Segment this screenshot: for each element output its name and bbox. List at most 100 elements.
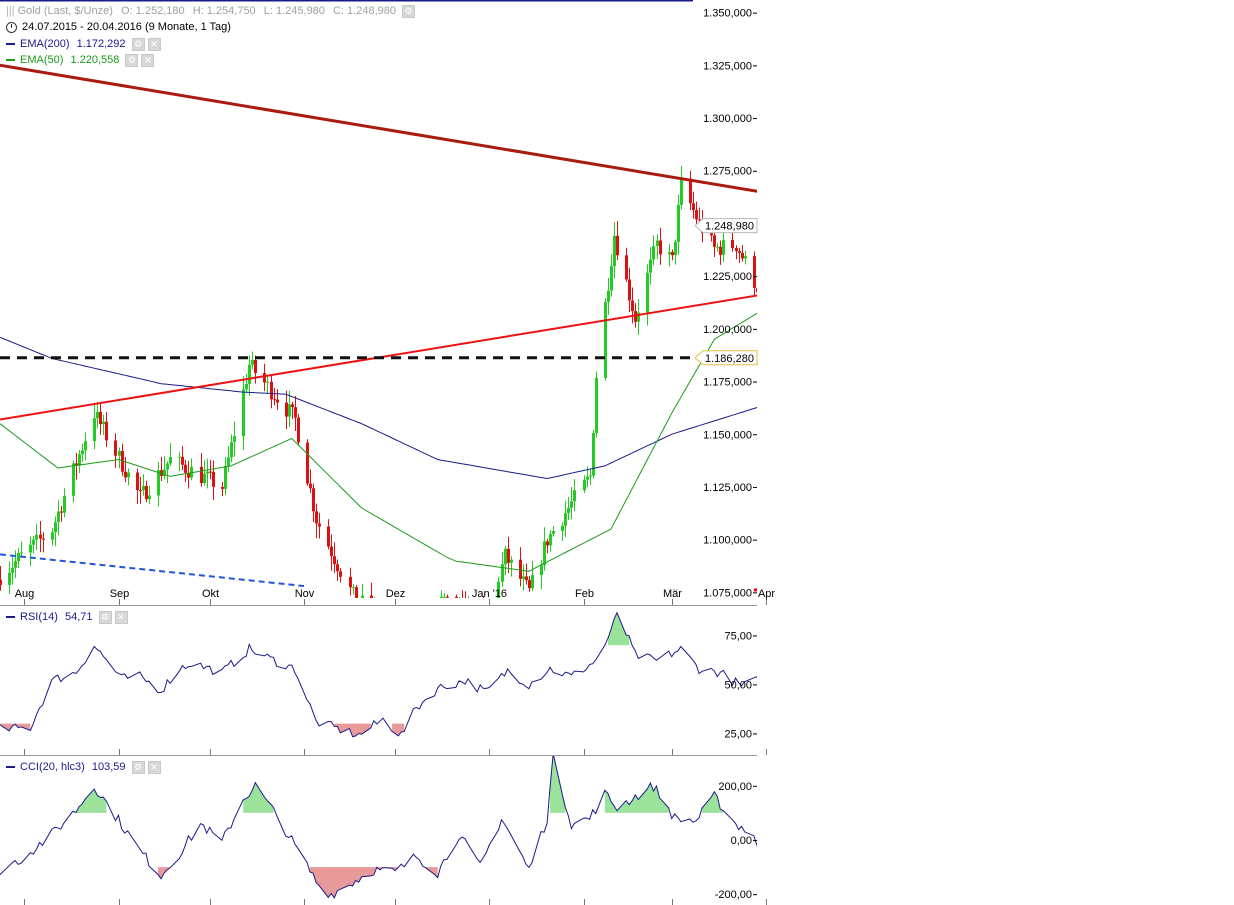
candle xyxy=(245,373,248,394)
candle xyxy=(157,461,160,507)
candle xyxy=(613,222,616,279)
candle xyxy=(54,516,57,547)
candle xyxy=(318,512,321,539)
candle-body xyxy=(467,606,470,618)
settings-icon[interactable]: ⚙ xyxy=(98,610,112,624)
settings-icon[interactable]: ⚙ xyxy=(131,760,145,774)
candle xyxy=(589,468,592,485)
candle xyxy=(774,243,777,273)
candle xyxy=(756,287,757,293)
ema50-value: 1.220,558 xyxy=(70,54,120,66)
candle-body xyxy=(181,456,184,465)
candle xyxy=(607,277,610,316)
candle-body xyxy=(756,287,757,293)
candle xyxy=(440,590,443,598)
candle xyxy=(84,432,87,461)
candle-body xyxy=(689,178,692,204)
settings-icon[interactable]: ⚙ xyxy=(131,37,145,51)
candle xyxy=(807,227,810,270)
candle xyxy=(443,593,446,598)
candle-body xyxy=(798,204,801,215)
candle-body xyxy=(455,596,458,598)
candle xyxy=(370,582,373,598)
candle-body xyxy=(266,381,269,383)
candle xyxy=(60,505,63,522)
settings-icon[interactable]: ⚙ xyxy=(402,4,416,18)
candle-body xyxy=(124,471,127,478)
candle-body xyxy=(561,525,564,531)
candle xyxy=(29,536,32,567)
candle xyxy=(446,594,449,598)
candle-body xyxy=(178,456,181,458)
candle-body xyxy=(713,235,716,247)
candle-body xyxy=(184,464,187,473)
candle xyxy=(233,421,236,457)
candle xyxy=(72,460,75,503)
cci-label: CCI(20, hlc3) xyxy=(20,761,85,773)
candle-body xyxy=(610,266,613,291)
cci-swatch xyxy=(6,766,15,769)
candle-body xyxy=(382,617,385,618)
close-icon[interactable]: ✕ xyxy=(147,37,161,51)
ema50-legend: EMA(50) 1.220,558 ⚙ ✕ xyxy=(6,53,155,67)
candle-body xyxy=(327,526,330,547)
candle-body xyxy=(482,607,485,611)
candle-body xyxy=(744,256,747,259)
candle-body xyxy=(421,617,424,618)
candle-body xyxy=(242,389,245,437)
rsi-oversold-fill xyxy=(334,723,371,737)
price-tick-label: 1.125,000 xyxy=(703,482,752,494)
candle xyxy=(592,430,595,479)
candle xyxy=(145,480,148,503)
candle xyxy=(251,351,254,370)
chart-canvas[interactable]: Aug Sep Okt Nov Dez Jan '16 Feb Mär Apr 1.075,000… xyxy=(0,0,1234,905)
high-value: H: 1.254,750 xyxy=(192,5,256,17)
candle-body xyxy=(17,553,20,562)
month-label: Aug xyxy=(15,588,35,600)
candle-body xyxy=(783,244,786,256)
month-label: Feb xyxy=(575,588,594,600)
close-icon[interactable]: ✕ xyxy=(114,610,128,624)
candle xyxy=(181,446,184,471)
candle xyxy=(628,267,631,313)
candle xyxy=(753,251,756,296)
candle xyxy=(528,576,531,592)
candle-body xyxy=(631,300,634,312)
candle xyxy=(738,247,741,264)
candle xyxy=(187,461,190,489)
candle xyxy=(798,198,801,217)
candle-body xyxy=(273,399,276,401)
candle-body xyxy=(692,203,695,211)
candle-body xyxy=(42,538,45,540)
candle-body xyxy=(29,544,32,553)
candle xyxy=(656,234,659,260)
cci-oversold-fill xyxy=(763,867,775,885)
candle-body xyxy=(519,559,522,579)
candle xyxy=(567,496,570,521)
candle xyxy=(765,256,768,282)
candle-body xyxy=(780,246,783,255)
candle-body xyxy=(668,252,671,255)
candle-body xyxy=(804,225,807,242)
candle xyxy=(11,556,14,585)
candle xyxy=(39,521,42,553)
candle-body xyxy=(336,564,339,572)
close-icon[interactable]: ✕ xyxy=(141,53,155,67)
candle xyxy=(221,481,224,497)
candle xyxy=(716,242,719,252)
price-tick-label: 1.075,000 xyxy=(703,587,752,599)
close-icon[interactable]: ✕ xyxy=(147,760,161,774)
candle xyxy=(17,547,20,568)
candle-body xyxy=(570,501,573,508)
candle-body xyxy=(63,495,66,513)
candle xyxy=(139,476,142,504)
candle xyxy=(63,488,66,518)
candle xyxy=(616,221,619,261)
price-tick-label: 1.200,000 xyxy=(703,324,752,336)
candle-body xyxy=(461,601,464,602)
candle xyxy=(762,258,765,280)
candle-body xyxy=(330,546,333,557)
settings-icon[interactable]: ⚙ xyxy=(125,53,139,67)
rsi-tick-label: 50,00 xyxy=(724,679,752,691)
candle xyxy=(434,601,437,614)
